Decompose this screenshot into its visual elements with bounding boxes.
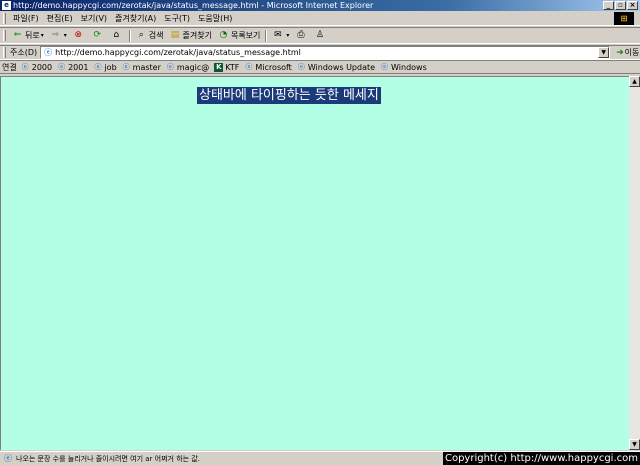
ie-link-icon: ⓔ <box>297 62 305 71</box>
link-label: 2001 <box>68 62 89 72</box>
ktf-logo-icon: K <box>214 62 224 72</box>
toolbar-separator <box>265 29 268 42</box>
address-bar: 주소(D) ⓔ http://demo.happycgi.com/zerotak… <box>0 45 640 60</box>
refresh-button[interactable]: ⟳ <box>89 28 108 43</box>
address-grip <box>3 47 6 58</box>
maximize-button[interactable]: ▫ <box>615 1 626 10</box>
favorites-folder-icon: ▤ <box>170 30 180 40</box>
go-button[interactable]: ➜ 이동 <box>616 47 639 58</box>
mail-icon: ✉ <box>274 30 282 40</box>
go-label: 이동 <box>624 48 640 57</box>
windows-logo-icon: ⊞ <box>614 12 634 25</box>
standard-toolbar: ⇐ 뒤로 ▾ ⇒ ▾ ⊗ ⟳ ⌂ ⌕ 검색 ▤ 즐겨찾기 ◔ 목록보기 ✉ ▾ … <box>0 27 640 44</box>
stop-icon: ⊗ <box>74 30 83 40</box>
window-title: http://demo.happycgi.com/zerotak/java/st… <box>13 1 374 10</box>
link-ktf[interactable]: K KTF <box>214 62 240 72</box>
menu-help[interactable]: 도움말(H) <box>194 13 236 24</box>
menu-grip <box>3 12 6 24</box>
person-icon: ♙ <box>315 30 324 40</box>
messenger-button[interactable]: ♙ <box>311 28 330 43</box>
menu-bar: 파일(F) 편집(E) 보기(V) 즐겨찾기(A) 도구(T) 도움말(H) ⊞ <box>0 11 640 26</box>
minimize-button[interactable]: _ <box>603 1 614 10</box>
title-bar: e http://demo.happycgi.com/zerotak/java/… <box>0 0 640 11</box>
favorites-label: 즐겨찾기 <box>182 31 212 40</box>
forward-arrow-icon: ⇒ <box>51 30 60 40</box>
link-magic[interactable]: ⓔ magic@ <box>166 63 209 72</box>
ie-link-icon: ⓔ <box>94 62 102 71</box>
forward-dropdown-icon[interactable]: ▾ <box>64 32 67 39</box>
vertical-scrollbar[interactable]: ▲ ▼ <box>629 76 640 450</box>
close-button[interactable]: × <box>627 1 638 10</box>
menu-tools[interactable]: 도구(T) <box>160 13 194 24</box>
history-button[interactable]: ◔ 목록보기 <box>215 28 263 43</box>
menu-file[interactable]: 파일(F) <box>9 13 43 24</box>
link-windows-update[interactable]: ⓔ Windows Update <box>297 63 375 72</box>
print-button[interactable]: ⎙ <box>292 28 311 43</box>
back-dropdown-icon[interactable]: ▾ <box>41 32 44 39</box>
search-icon: ⌕ <box>138 30 144 40</box>
go-arrow-icon: ➜ <box>616 47 624 58</box>
ie-link-icon: ⓔ <box>58 62 66 71</box>
back-arrow-icon: ⇐ <box>13 30 22 40</box>
address-input[interactable]: ⓔ http://demo.happycgi.com/zerotak/java/… <box>40 46 611 59</box>
link-job[interactable]: ⓔ job <box>93 63 116 72</box>
link-label: KTF <box>225 62 240 72</box>
link-label: 2000 <box>31 62 53 72</box>
link-label: Windows Update <box>307 62 376 72</box>
home-icon: ⌂ <box>113 30 120 40</box>
links-bar: 연결 ⓔ 2000 ⓔ 2001 ⓔ job ⓔ master ⓔ magic@… <box>0 60 640 74</box>
ie-link-icon: ⓔ <box>245 62 253 71</box>
refresh-icon: ⟳ <box>93 30 102 40</box>
menu-edit[interactable]: 편집(E) <box>43 13 77 24</box>
history-label: 목록보기 <box>230 31 261 40</box>
link-label: magic@ <box>176 62 210 72</box>
scroll-down-button[interactable]: ▼ <box>629 439 640 450</box>
link-label: Windows <box>391 62 427 72</box>
ie-page-icon: e <box>2 1 11 10</box>
menu-view[interactable]: 보기(V) <box>77 13 111 24</box>
page-icon: ⓔ <box>44 47 53 57</box>
status-page-icon: ⓔ <box>4 453 12 463</box>
toolbar-separator <box>128 29 131 42</box>
link-label: master <box>132 62 161 72</box>
page-heading: 상태바에 타이핑하는 듯한 메세지 <box>197 87 381 104</box>
address-dropdown-button[interactable]: ▼ <box>598 47 610 58</box>
link-microsoft[interactable]: ⓔ Microsoft <box>244 63 291 72</box>
home-button[interactable]: ⌂ <box>108 28 127 43</box>
ie-link-icon: ⓔ <box>166 62 174 71</box>
ie-link-icon: ⓔ <box>21 62 29 71</box>
toolbar-grip <box>3 30 6 41</box>
link-label: Microsoft <box>255 62 292 72</box>
link-label: job <box>104 62 117 72</box>
page-content: 상태바에 타이핑하는 듯한 메세지 <box>0 76 629 450</box>
link-2000[interactable]: ⓔ 2000 <box>21 63 52 72</box>
status-text: 나오는 문장 수를 늘리거나 줄이시려면 여기 ar 어쩌거 하는 값. <box>16 454 200 463</box>
menu-favorites[interactable]: 즐겨찾기(A) <box>111 13 160 24</box>
print-icon: ⎙ <box>297 30 305 40</box>
search-label: 검색 <box>148 31 164 40</box>
copyright-label: Copyright(c) http://www.happycgi.com <box>442 452 640 465</box>
favorites-button[interactable]: ▤ 즐겨찾기 <box>167 28 215 43</box>
back-label: 뒤로 <box>25 31 40 40</box>
link-2001[interactable]: ⓔ 2001 <box>57 63 88 72</box>
mail-button[interactable]: ✉ ▾ <box>269 28 292 43</box>
link-windows[interactable]: ⓔ Windows <box>380 63 427 72</box>
stop-button[interactable]: ⊗ <box>70 28 89 43</box>
window-controls: _ ▫ × <box>603 1 638 10</box>
forward-button[interactable]: ⇒ ▾ <box>47 28 70 43</box>
status-bar: ⓔ 나오는 문장 수를 늘리거나 줄이시려면 여기 ar 어쩌거 하는 값. C… <box>0 451 640 465</box>
address-label: 주소(D) <box>10 48 38 57</box>
links-label: 연결 <box>2 62 17 72</box>
ie-link-icon: ⓔ <box>122 62 130 71</box>
history-icon: ◔ <box>219 30 228 40</box>
mail-dropdown-icon[interactable]: ▾ <box>286 32 289 39</box>
ie-link-icon: ⓔ <box>381 62 389 71</box>
search-button[interactable]: ⌕ 검색 <box>133 28 167 43</box>
address-url[interactable]: http://demo.happycgi.com/zerotak/java/st… <box>55 48 301 57</box>
back-button[interactable]: ⇐ 뒤로 ▾ <box>9 28 47 43</box>
link-master[interactable]: ⓔ master <box>122 63 161 72</box>
scroll-up-button[interactable]: ▲ <box>629 76 640 87</box>
